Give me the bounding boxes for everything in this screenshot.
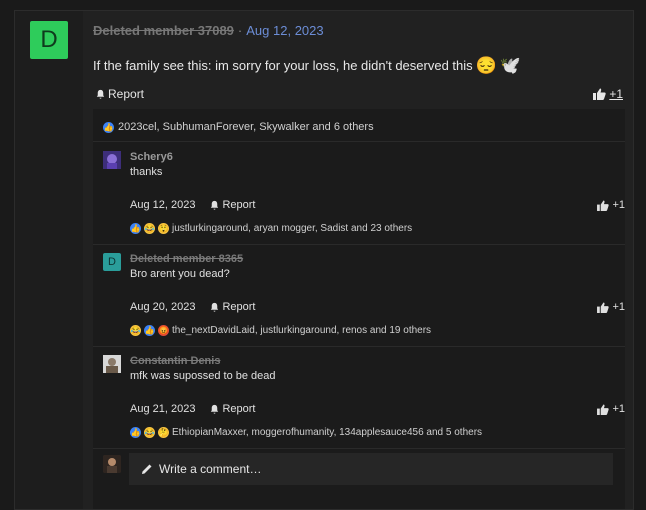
like-reaction-icon: 👍 [103,121,114,133]
write-comment-placeholder: Write a comment… [159,462,262,476]
comment-like-button[interactable]: +1 [597,403,625,415]
bell-icon [209,404,220,415]
reaction-users: the_nextDavidLaid, justlurkingaround, re… [172,325,432,336]
bell-icon [209,200,220,211]
current-user-avatar[interactable] [103,455,121,473]
replies-section: 👍 2023cel, SubhumanForever, Skywalker an… [93,109,625,509]
comment-avatar[interactable] [103,151,121,169]
comment-reaction-summary[interactable]: 👍 😂 😲 justlurkingaround, aryan mogger, S… [130,223,412,234]
report-label: Report [108,87,145,101]
divider [93,141,625,142]
comment-meta: Aug 21, 2023 Report [130,403,255,415]
comment-avatar[interactable]: D [103,253,121,271]
wow-reaction-icon: 😲 [158,223,169,234]
comment-text: Bro arent you dead? [130,268,230,280]
post-date-link[interactable]: Aug 12, 2023 [246,23,323,38]
haha-reaction-icon: 😂 [130,325,141,336]
like-count: +1 [612,199,625,211]
comment-reaction-summary[interactable]: 👍 😂 🤔 EthiopianMaxxer, moggerofhumanity,… [130,427,482,438]
comment-meta: Aug 12, 2023 Report [130,199,255,211]
thumbs-up-icon [597,199,610,211]
comment-meta: Aug 20, 2023 Report [130,301,255,313]
like-count: +1 [612,403,625,415]
report-label: Report [222,403,256,415]
bell-icon [95,89,106,100]
author-avatar[interactable]: D [30,21,68,59]
haha-reaction-icon: 😂 [144,427,155,438]
reaction-users: EthiopianMaxxer, moggerofhumanity, 134ap… [172,427,483,438]
comment-avatar[interactable] [103,355,121,373]
like-reaction-icon: 👍 [130,427,141,438]
post-report-button[interactable]: Report [95,87,144,101]
comment-date[interactable]: Aug 21, 2023 [130,403,195,415]
post-like-button[interactable]: +1 [593,87,623,101]
comment-author[interactable]: Deleted member 8365 [130,253,243,265]
header-separator: · [237,23,243,38]
thumbs-up-icon [593,88,607,100]
comment-like-button[interactable]: +1 [597,301,625,313]
comment-date[interactable]: Aug 12, 2023 [130,199,195,211]
haha-reaction-icon: 😂 [144,223,155,234]
thumbs-up-icon [597,301,610,313]
divider [93,346,625,347]
comment-like-button[interactable]: +1 [597,199,625,211]
bell-icon [209,302,220,313]
post-card: D Deleted member 37089 · Aug 12, 2023 If t… [14,10,634,510]
reaction-users: justlurkingaround, aryan mogger, Sadist … [172,223,413,234]
divider [93,448,625,449]
sad-emoji: 😔 [475,56,497,75]
like-reaction-icon: 👍 [144,325,155,336]
like-count: +1 [612,301,625,313]
dove-emoji: 🕊️ [499,56,521,75]
comment-date[interactable]: Aug 20, 2023 [130,301,195,313]
comment-text: mfk was supossed to be dead [130,370,276,382]
like-reaction-icon: 👍 [130,223,141,234]
thinking-reaction-icon: 🤔 [158,427,169,438]
write-comment-input[interactable]: Write a comment… [129,453,613,485]
post-reaction-summary[interactable]: 👍 2023cel, SubhumanForever, Skywalker an… [103,121,374,133]
post-author-name[interactable]: Deleted member 37089 [93,23,234,38]
comment-text: thanks [130,166,163,178]
post-text: If the family see this: im sorry for you… [93,58,473,73]
comment-report-button[interactable]: Report [209,301,255,313]
thumbs-up-icon [597,403,610,415]
report-label: Report [222,301,256,313]
report-label: Report [222,199,256,211]
comment-author[interactable]: Schery6 [130,151,173,163]
angry-reaction-icon: 😡 [158,325,169,336]
reaction-users: 2023cel, SubhumanForever, Skywalker and … [118,121,374,133]
pencil-icon [141,463,153,475]
post-body: If the family see this: im sorry for you… [93,57,521,74]
like-count[interactable]: +1 [609,87,623,101]
comment-report-button[interactable]: Report [209,403,255,415]
post-header: Deleted member 37089 · Aug 12, 2023 [93,23,324,38]
divider [93,244,625,245]
post-author-column: D [15,11,83,509]
comment-report-button[interactable]: Report [209,199,255,211]
comment-author[interactable]: Constantin Denis [130,355,220,367]
comment-reaction-summary[interactable]: 😂 👍 😡 the_nextDavidLaid, justlurkingarou… [130,325,431,336]
